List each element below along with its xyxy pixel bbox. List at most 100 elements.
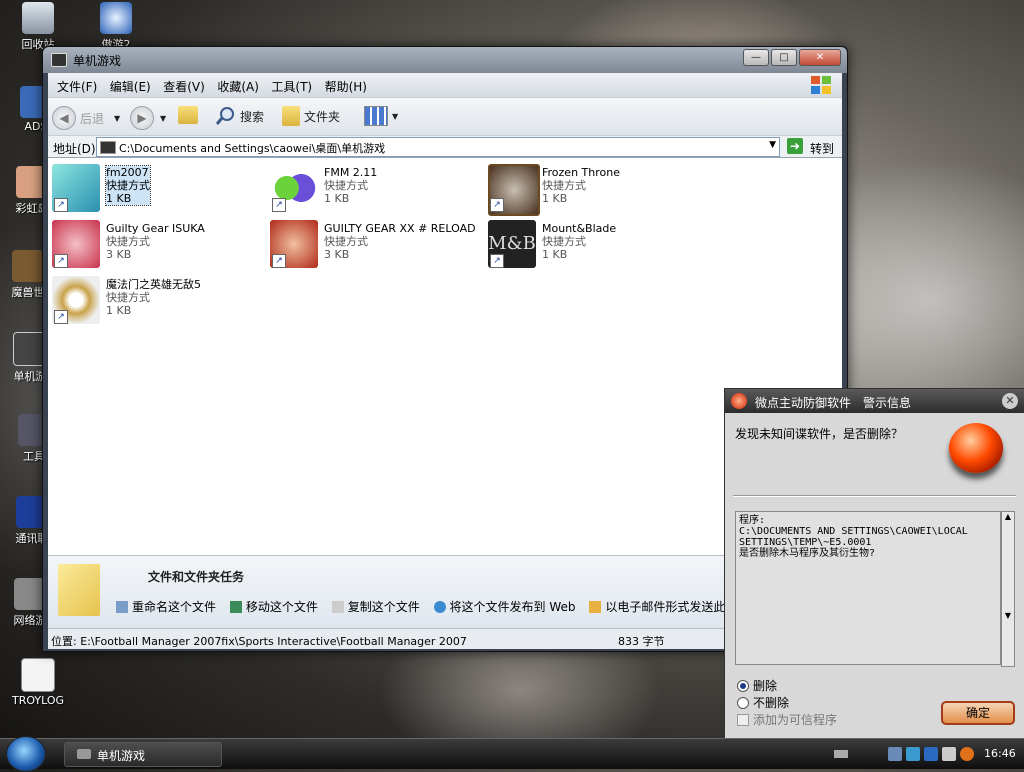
alert-title: 微点主动防御软件 警示信息 <box>755 396 912 410</box>
title-bar[interactable]: 单机游戏 — □ ✕ <box>43 47 847 73</box>
rename-icon <box>116 601 128 613</box>
browser-icon <box>100 2 132 34</box>
alert-question: 发现未知间谍软件，是否删除？ <box>735 427 904 441</box>
checkbox-box <box>737 713 749 726</box>
window-title: 单机游戏 <box>73 54 122 68</box>
task-pane-title: 文件和文件夹任务 <box>148 570 245 584</box>
folder-icon <box>58 564 100 616</box>
warning-light-icon <box>949 423 1003 473</box>
address-label: 地址(D) <box>53 142 96 156</box>
file-list: ↗ fm2007 快捷方式 1 KB ↗ FMM 2.11 快捷方式 1 KB … <box>48 157 842 556</box>
tray-connection-icon[interactable] <box>924 747 938 761</box>
folder-shortcut-icon <box>100 141 116 154</box>
tray-network-icon[interactable] <box>888 747 902 761</box>
radio-delete[interactable]: 删除 <box>737 677 777 694</box>
shortcut-arrow-icon: ↗ <box>54 310 68 324</box>
copy-icon <box>331 601 344 613</box>
task-publish-web[interactable]: 将这个文件发布到 Web <box>433 600 576 614</box>
go-arrow-icon[interactable]: ➜ <box>787 138 803 154</box>
antivirus-alert-dialog[interactable]: 微点主动防御软件 警示信息 ✕ 发现未知间谍软件，是否删除？ 程序: C:\DO… <box>724 388 1024 740</box>
address-dropdown-icon[interactable]: ▼ <box>769 140 776 150</box>
window-app-icon <box>77 749 91 759</box>
up-folder-button[interactable] <box>178 106 198 124</box>
desktop-icon-maxthon[interactable]: 傲游2 <box>80 2 152 52</box>
close-button[interactable]: ✕ <box>799 49 841 66</box>
menu-bar: 文件(F) 编辑(E) 查看(V) 收藏(A) 工具(T) 帮助(H) <box>48 73 842 97</box>
taskbar-item-explorer[interactable]: 单机游戏 <box>64 742 222 767</box>
window-app-icon <box>51 53 67 67</box>
menu-help[interactable]: 帮助(H) <box>325 78 367 95</box>
folders-button[interactable]: 文件夹 <box>282 106 340 126</box>
list-item[interactable]: M&B ↗ Mount&Blade 快捷方式 1 KB <box>488 220 698 272</box>
status-bar: 位置: E:\Football Manager 2007fix\Sports I… <box>48 628 842 649</box>
list-item[interactable]: ↗ 魔法门之英雄无敌5 快捷方式 1 KB <box>52 276 262 328</box>
list-item[interactable]: ↗ Frozen Throne 快捷方式 1 KB <box>488 164 698 216</box>
views-icon <box>364 106 388 126</box>
windows-logo-icon <box>811 76 831 94</box>
task-move[interactable]: 移动这个文件 <box>229 600 318 614</box>
tray-volume-icon[interactable] <box>942 747 956 761</box>
details-scrollbar[interactable]: ▲ ▼ <box>1001 511 1015 667</box>
address-input[interactable]: C:\Documents and Settings\caowei\桌面\单机游戏… <box>96 137 780 157</box>
radio-keep[interactable]: 不删除 <box>737 694 789 711</box>
views-button[interactable]: ▼ <box>364 106 398 126</box>
back-button[interactable]: ◀ 后退 ▼ <box>52 106 120 130</box>
game-icon <box>12 250 44 282</box>
menu-favorites[interactable]: 收藏(A) <box>217 78 259 95</box>
shortcut-arrow-icon: ↗ <box>490 198 504 212</box>
back-arrow-icon: ◀ <box>52 106 76 130</box>
keyboard-icon[interactable] <box>834 750 848 758</box>
list-item[interactable]: ↗ FMM 2.11 快捷方式 1 KB <box>270 164 480 216</box>
shortcut-arrow-icon: ↗ <box>54 254 68 268</box>
task-email[interactable]: 以电子邮件形式发送此文 <box>589 600 737 614</box>
clock: 16:46 <box>984 747 1016 760</box>
address-bar: 地址(D) C:\Documents and Settings\caowei\桌… <box>48 135 842 158</box>
trust-checkbox[interactable]: 添加为可信程序 <box>737 711 837 728</box>
minimize-button[interactable]: — <box>743 49 769 66</box>
go-button[interactable]: 转到 <box>810 140 834 157</box>
task-rename[interactable]: 重命名这个文件 <box>116 600 216 614</box>
views-dropdown-icon: ▼ <box>392 111 399 121</box>
alert-title-bar[interactable]: 微点主动防御软件 警示信息 ✕ <box>725 389 1024 413</box>
shortcut-arrow-icon: ↗ <box>272 198 286 212</box>
divider <box>733 495 1016 497</box>
list-item[interactable]: ↗ GUILTY GEAR XX # RELOAD 快捷方式 3 KB <box>270 220 480 272</box>
globe-icon <box>433 601 446 613</box>
list-item[interactable]: ↗ Guilty Gear ISUKA 快捷方式 3 KB <box>52 220 262 272</box>
alert-details[interactable]: 程序: C:\DOCUMENTS AND SETTINGS\CAOWEI\LOC… <box>735 511 1001 665</box>
search-icon <box>216 107 234 125</box>
back-dropdown-icon[interactable]: ▼ <box>114 114 120 123</box>
radio-keep-dot <box>737 696 749 709</box>
menu-edit[interactable]: 编辑(E) <box>110 78 151 95</box>
taskbar: 单机游戏 16:46 <box>0 736 1024 772</box>
forward-arrow-icon: ▶ <box>130 106 154 130</box>
shortcut-arrow-icon: ↗ <box>272 254 286 268</box>
antivirus-logo-icon <box>731 393 747 409</box>
task-pane: 文件和文件夹任务 重命名这个文件 移动这个文件 复制这个文件 将这个文件发布到 … <box>48 555 842 629</box>
desktop-icon-recycle-bin[interactable]: 回收站 <box>2 2 74 52</box>
ok-button[interactable]: 确定 <box>941 701 1015 725</box>
list-item[interactable]: ↗ fm2007 快捷方式 1 KB <box>52 164 262 216</box>
forward-dropdown-icon[interactable]: ▼ <box>160 114 166 123</box>
menu-tools[interactable]: 工具(T) <box>271 78 312 95</box>
maximize-button[interactable]: □ <box>771 49 797 66</box>
alert-close-button[interactable]: ✕ <box>1002 393 1018 409</box>
start-button[interactable] <box>6 736 46 772</box>
address-value: C:\Documents and Settings\caowei\桌面\单机游戏 <box>119 142 386 155</box>
tray-antivirus-icon[interactable] <box>960 747 974 761</box>
email-icon <box>589 601 602 613</box>
folders-icon <box>282 106 300 126</box>
status-size: 833 字节 <box>618 635 665 648</box>
toolbar: ◀ 后退 ▼ ▶ ▼ 搜索 文件夹 ▼ <box>48 97 842 136</box>
folder-up-icon <box>178 106 198 124</box>
move-icon <box>229 601 242 613</box>
tray-app-icon[interactable] <box>906 747 920 761</box>
search-button[interactable]: 搜索 <box>216 106 264 126</box>
task-copy[interactable]: 复制这个文件 <box>331 600 420 614</box>
menu-file[interactable]: 文件(F) <box>57 78 97 95</box>
menu-view[interactable]: 查看(V) <box>163 78 205 95</box>
desktop-icon-troylog[interactable]: TROYLOG <box>2 658 74 707</box>
forward-button[interactable]: ▶ ▼ <box>130 106 166 130</box>
status-location: 位置: E:\Football Manager 2007fix\Sports I… <box>51 635 467 648</box>
shortcut-arrow-icon: ↗ <box>490 254 504 268</box>
